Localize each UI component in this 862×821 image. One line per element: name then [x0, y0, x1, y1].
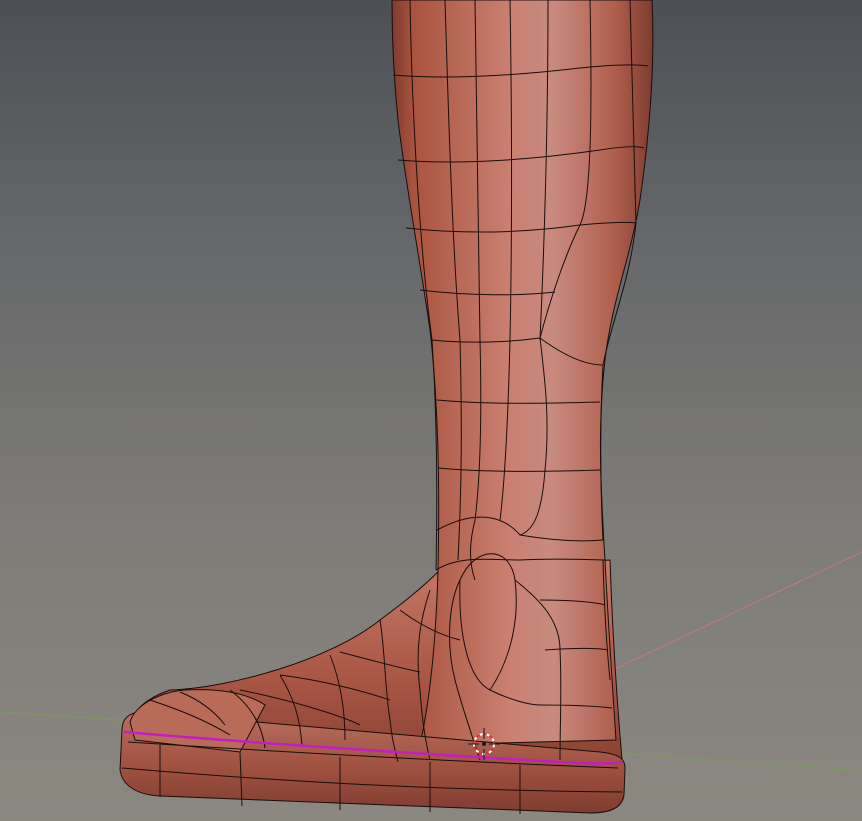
scene — [0, 0, 862, 814]
3d-viewport[interactable] — [0, 0, 862, 821]
